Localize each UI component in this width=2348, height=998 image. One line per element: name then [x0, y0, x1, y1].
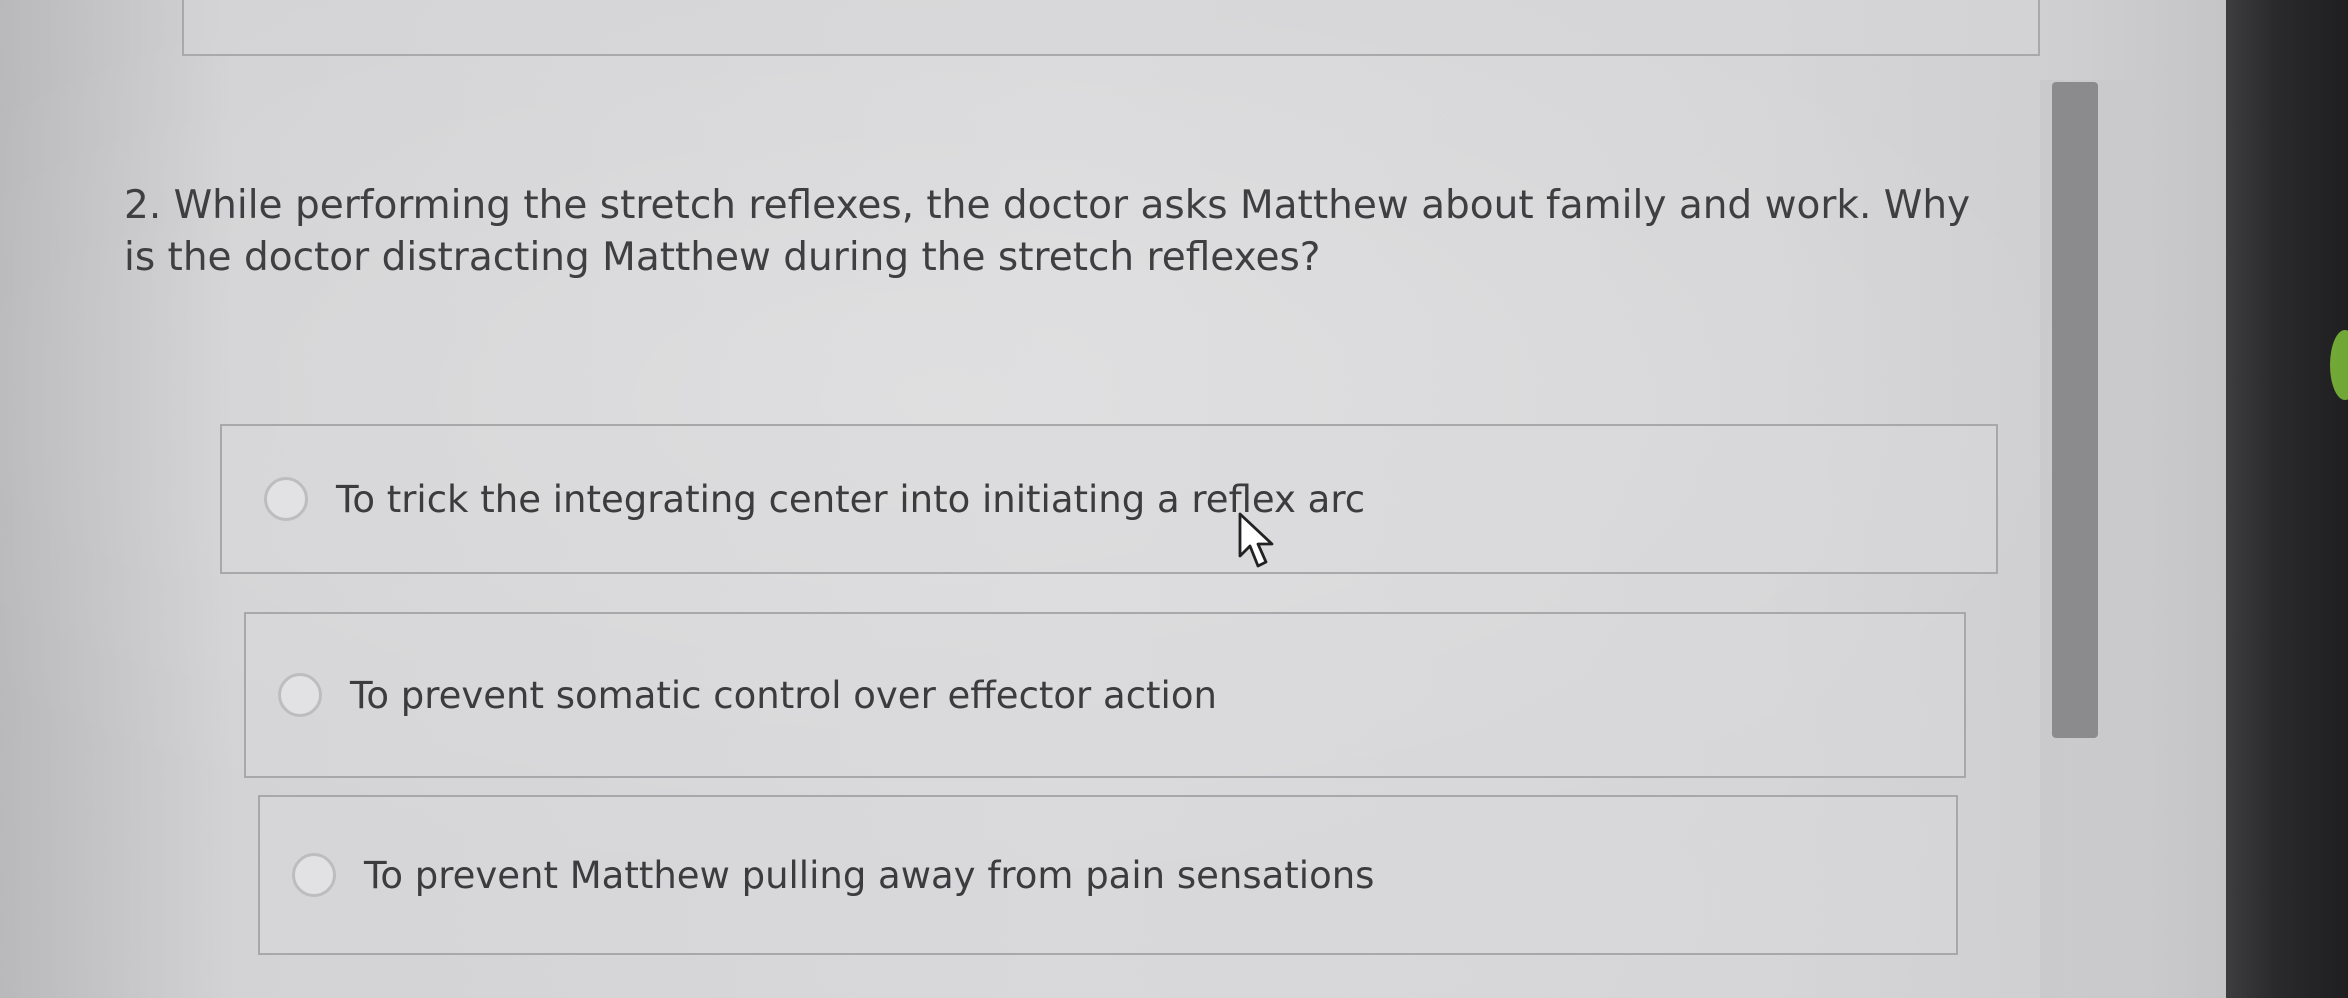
- monitor-bezel: [2226, 0, 2348, 998]
- answer-option-label: To prevent Matthew pulling away from pai…: [364, 853, 1375, 897]
- radio-unchecked-icon[interactable]: [278, 673, 322, 717]
- mouse-pointer-icon: [1238, 512, 1274, 568]
- previous-answer-box: [182, 0, 2040, 56]
- radio-unchecked-icon[interactable]: [264, 477, 308, 521]
- question-text: 2. While performing the stretch reflexes…: [124, 183, 1971, 280]
- answer-option-c[interactable]: To prevent Matthew pulling away from pai…: [258, 795, 1958, 955]
- answer-option-a[interactable]: To trick the integrating center into ini…: [220, 424, 1998, 574]
- scrollbar-thumb[interactable]: [2052, 82, 2098, 738]
- radio-unchecked-icon[interactable]: [292, 853, 336, 897]
- answer-option-label: To prevent somatic control over effector…: [350, 673, 1217, 717]
- answer-option-label: To trick the integrating center into ini…: [336, 477, 1366, 521]
- answer-option-b[interactable]: To prevent somatic control over effector…: [244, 612, 1966, 778]
